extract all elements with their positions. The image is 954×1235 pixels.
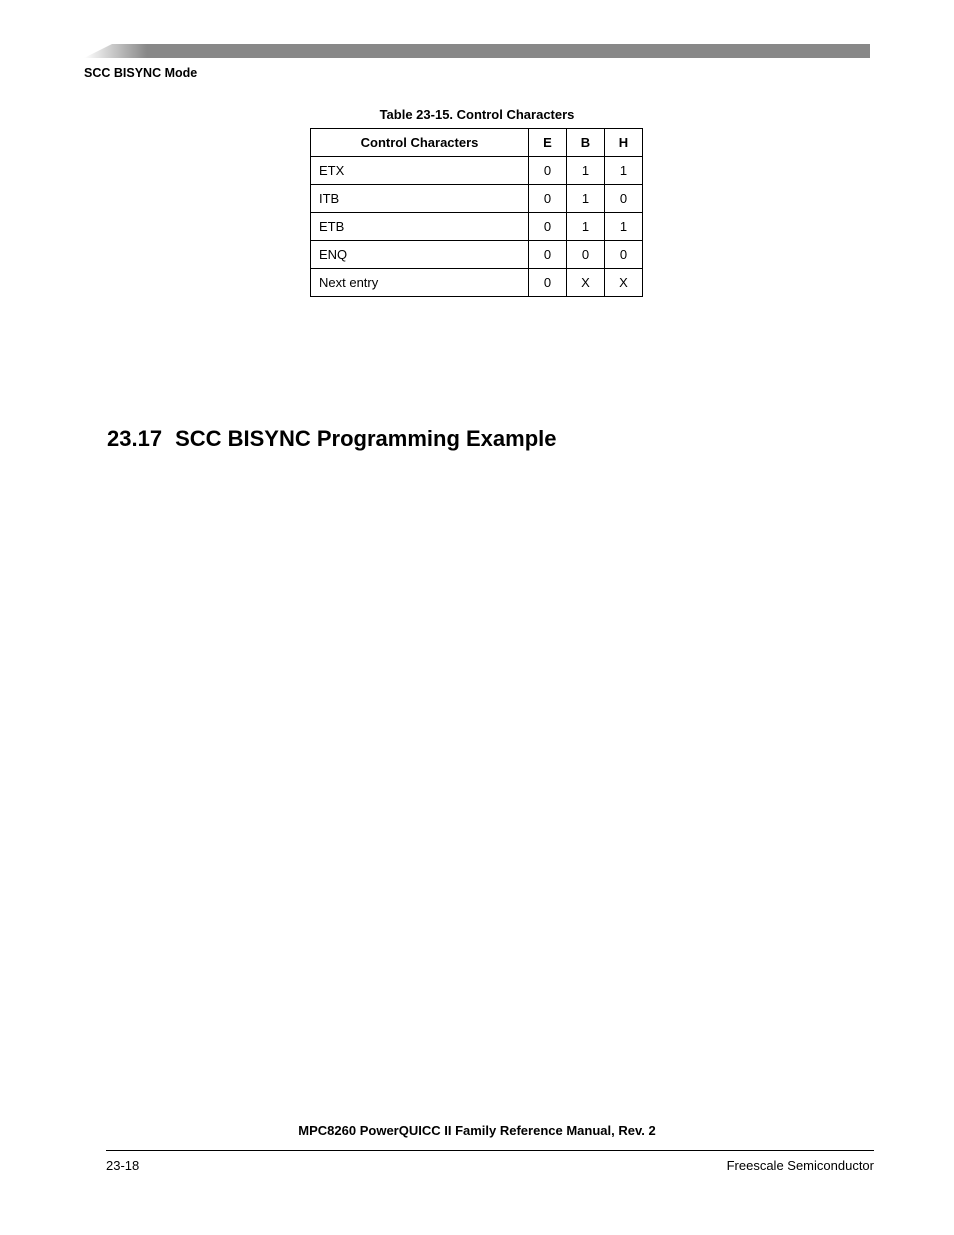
table-cell: 1 [567, 185, 605, 213]
table-cell: 0 [529, 269, 567, 297]
footer-company: Freescale Semiconductor [727, 1158, 874, 1173]
section-heading: 23.17 SCC BISYNC Programming Example [107, 426, 557, 452]
footer-rule [106, 1150, 874, 1151]
table-cell: 0 [605, 241, 643, 269]
control-characters-table: Control Characters E B H ETX 0 1 1 ITB 0… [310, 128, 643, 297]
table-cell: 1 [605, 157, 643, 185]
table-row: ITB 0 1 0 [311, 185, 643, 213]
table-row: Next entry 0 X X [311, 269, 643, 297]
table-cell: X [567, 269, 605, 297]
table-cell: 0 [529, 241, 567, 269]
table-row: ETX 0 1 1 [311, 157, 643, 185]
table-header-cell: B [567, 129, 605, 157]
table-header-cell: E [529, 129, 567, 157]
table-row: ENQ 0 0 0 [311, 241, 643, 269]
table-header-row: Control Characters E B H [311, 129, 643, 157]
table-caption: Table 23-15. Control Characters [0, 107, 954, 122]
table-cell: ENQ [311, 241, 529, 269]
section-number: 23.17 [107, 426, 162, 451]
table-cell: ETB [311, 213, 529, 241]
table-cell: 1 [567, 213, 605, 241]
table-cell: Next entry [311, 269, 529, 297]
table-cell: 0 [529, 185, 567, 213]
table-cell: 0 [605, 185, 643, 213]
table-header-cell: H [605, 129, 643, 157]
footer-manual-title: MPC8260 PowerQUICC II Family Reference M… [0, 1123, 954, 1138]
page-header-section: SCC BISYNC Mode [84, 66, 197, 80]
footer-page-number: 23-18 [106, 1158, 139, 1173]
table-cell: X [605, 269, 643, 297]
table-header-cell: Control Characters [311, 129, 529, 157]
table-row: ETB 0 1 1 [311, 213, 643, 241]
table-cell: 0 [529, 157, 567, 185]
header-color-bar [84, 44, 870, 58]
table-cell: ITB [311, 185, 529, 213]
table-cell: 0 [567, 241, 605, 269]
table-cell: ETX [311, 157, 529, 185]
table-cell: 1 [567, 157, 605, 185]
table-cell: 1 [605, 213, 643, 241]
section-title: SCC BISYNC Programming Example [175, 426, 556, 451]
table-cell: 0 [529, 213, 567, 241]
